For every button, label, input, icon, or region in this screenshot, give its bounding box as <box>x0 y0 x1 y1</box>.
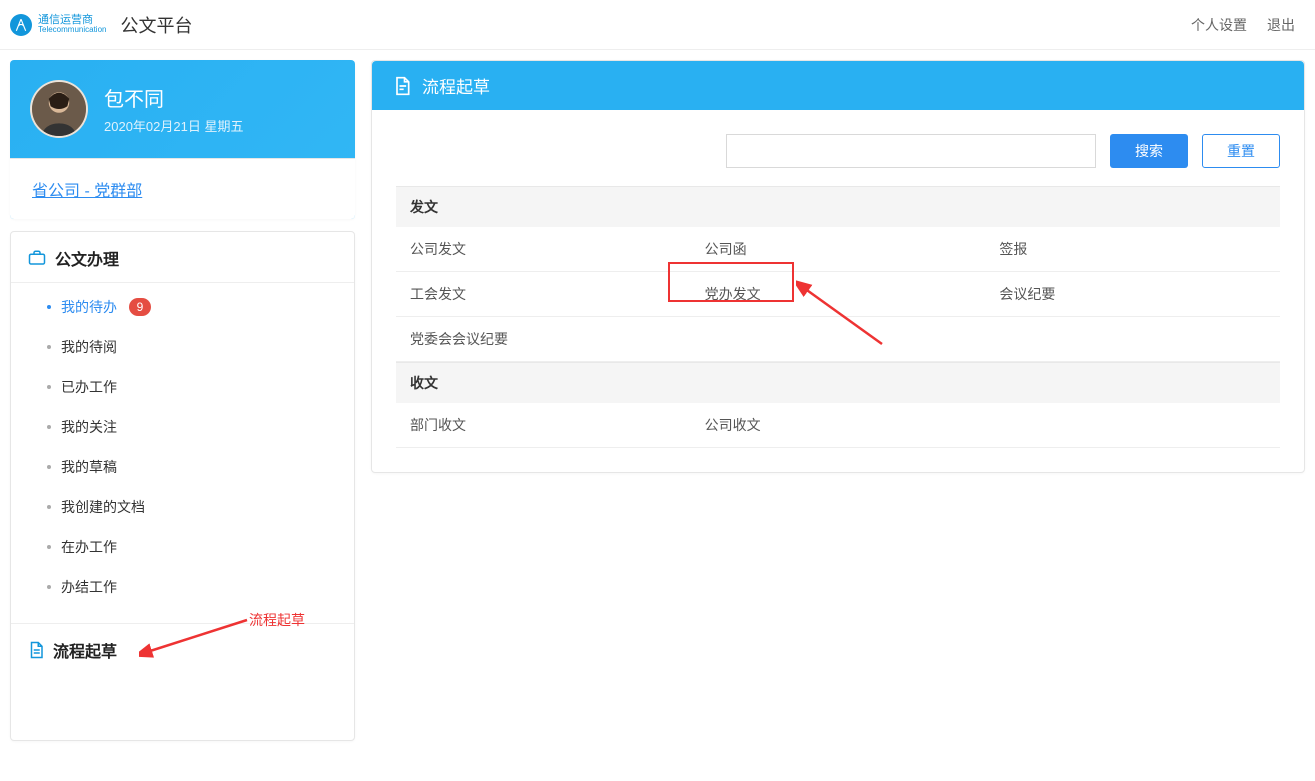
user-name: 包不同 <box>104 83 243 112</box>
nav-item[interactable]: 办结工作 <box>11 567 354 607</box>
nav-item[interactable]: 我的关注 <box>11 407 354 447</box>
logo-icon <box>10 14 32 36</box>
avatar <box>30 80 88 138</box>
nav-item-label: 办结工作 <box>61 577 117 597</box>
nav-item-label: 已办工作 <box>61 377 117 397</box>
section-cell[interactable]: 工会发文 <box>396 272 691 316</box>
logo: 通信运营商 Telecommunication 公文平台 <box>10 12 192 38</box>
user-date: 2020年02月21日 星期五 <box>104 116 243 135</box>
reset-button[interactable]: 重置 <box>1202 134 1280 168</box>
top-bar: 通信运营商 Telecommunication 公文平台 个人设置 退出 <box>0 0 1315 50</box>
nav-section-draft[interactable]: 流程起草 <box>11 623 354 674</box>
section-header: 发文 <box>396 186 1280 227</box>
main-header: 流程起草 <box>372 61 1304 110</box>
app-title: 公文平台 <box>120 12 192 38</box>
document-edit-icon <box>27 640 45 660</box>
section-cell <box>691 317 986 361</box>
nav-item[interactable]: 已办工作 <box>11 367 354 407</box>
section-cell[interactable]: 公司函 <box>691 227 986 271</box>
nav-item[interactable]: 我的草稿 <box>11 447 354 487</box>
section-cell <box>985 403 1280 447</box>
section-cell <box>985 317 1280 361</box>
section-cell[interactable]: 党办发文 <box>691 272 986 316</box>
section-cell[interactable]: 部门收文 <box>396 403 691 447</box>
settings-link[interactable]: 个人设置 <box>1191 15 1247 35</box>
nav-list: 我的待办 9 我的待阅已办工作我的关注我的草稿我创建的文档在办工作办结工作 <box>11 282 354 617</box>
document-edit-icon <box>392 76 412 96</box>
section-cell[interactable]: 党委会会议纪要 <box>396 317 691 361</box>
section-cell[interactable]: 公司发文 <box>396 227 691 271</box>
section-cell[interactable]: 签报 <box>985 227 1280 271</box>
nav-item-label: 我的待阅 <box>61 337 117 357</box>
nav-item[interactable]: 我的待办 9 <box>11 287 354 327</box>
nav-item[interactable]: 在办工作 <box>11 527 354 567</box>
briefcase-icon <box>27 249 47 267</box>
nav-item-label: 我的关注 <box>61 417 117 437</box>
nav-item[interactable]: 我的待阅 <box>11 327 354 367</box>
nav-item-label: 我的待办 <box>61 297 117 317</box>
toolbar: 搜索 重置 <box>372 110 1304 186</box>
nav-section-docs-label: 公文办理 <box>55 246 119 270</box>
logo-text-en: Telecommunication <box>38 26 106 34</box>
logout-link[interactable]: 退出 <box>1267 15 1295 35</box>
section-row: 工会发文党办发文会议纪要 <box>396 272 1280 317</box>
nav-item-label: 我的草稿 <box>61 457 117 477</box>
search-button[interactable]: 搜索 <box>1110 134 1188 168</box>
search-input[interactable] <box>726 134 1096 168</box>
sections: 发文公司发文公司函签报工会发文党办发文会议纪要党委会会议纪要收文部门收文公司收文 <box>372 186 1304 472</box>
main-panel: 流程起草 搜索 重置 发文公司发文公司函签报工会发文党办发文会议纪要党委会会议纪… <box>371 60 1305 473</box>
nav-item-label: 在办工作 <box>61 537 117 557</box>
badge: 9 <box>129 298 151 316</box>
org-path[interactable]: 省公司 - 党群部 <box>32 183 142 200</box>
nav-section-docs: 公文办理 <box>11 232 354 282</box>
section-header: 收文 <box>396 362 1280 403</box>
nav-section-draft-label: 流程起草 <box>53 638 117 662</box>
nav-panel: 公文办理 我的待办 9 我的待阅已办工作我的关注我的草稿我创建的文档在办工作办结工作… <box>10 231 355 741</box>
nav-item[interactable]: 我创建的文档 <box>11 487 354 527</box>
section-cell[interactable]: 会议纪要 <box>985 272 1280 316</box>
main-title: 流程起草 <box>422 73 490 98</box>
section-row: 部门收文公司收文 <box>396 403 1280 448</box>
section-row: 党委会会议纪要 <box>396 317 1280 362</box>
nav-item-label: 我创建的文档 <box>61 497 145 517</box>
section-cell[interactable]: 公司收文 <box>691 403 986 447</box>
user-card: 包不同 2020年02月21日 星期五 省公司 - 党群部 <box>10 60 355 219</box>
section-row: 公司发文公司函签报 <box>396 227 1280 272</box>
